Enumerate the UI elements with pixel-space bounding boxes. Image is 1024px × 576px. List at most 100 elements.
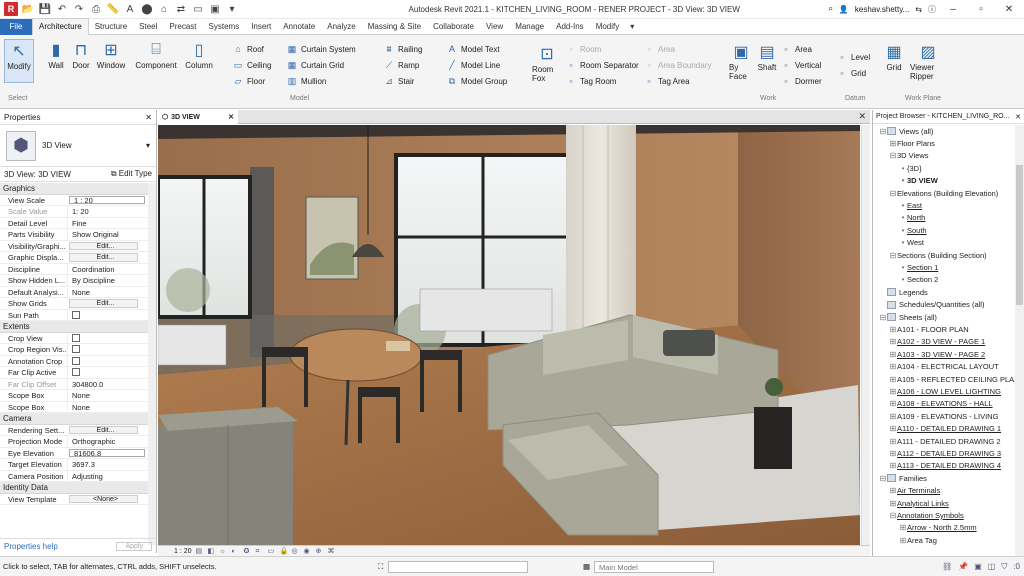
property-group-graphics[interactable]: Graphics (0, 183, 148, 195)
help-icon[interactable]: ⓘ (928, 4, 936, 15)
tree-toggle-icon[interactable]: ⊟ (889, 511, 897, 520)
dormer-button[interactable]: ▫ Dormer (780, 74, 821, 88)
quick-access-icon[interactable]: ▣ (208, 2, 222, 16)
model-line-button[interactable]: ╱ Model Line (446, 58, 500, 72)
checkbox[interactable] (72, 368, 80, 376)
edit-type-button[interactable]: ⧉ Edit Type (111, 169, 152, 179)
analytical-icon[interactable]: ⌘ (328, 548, 336, 555)
close-view-icon[interactable]: ✕ (858, 111, 866, 122)
close-icon[interactable]: ✕ (145, 113, 152, 122)
tree-toggle-icon[interactable]: ⊞ (889, 412, 897, 421)
browser-item[interactable]: ⊞ A102 - 3D VIEW - PAGE 1 (889, 336, 986, 348)
close-button[interactable]: ✕ (998, 4, 1020, 15)
select-face-icon[interactable]: ◫ (988, 562, 996, 572)
browser-item[interactable]: ⊞ A104 - ELECTRICAL LAYOUT (889, 361, 999, 373)
quick-access-icon[interactable]: ⇄ (174, 2, 188, 16)
visual-style-icon[interactable]: ◧ (208, 548, 216, 555)
tab-annotate[interactable]: Annotate (277, 19, 321, 35)
component-button[interactable]: ⌸ Component (133, 39, 179, 83)
design-options-icon[interactable]: ▦ (583, 562, 590, 571)
window-button[interactable]: ⊞ Window (97, 39, 125, 83)
browser-item[interactable]: ⊟ Elevations (Building Elevation) (889, 187, 999, 199)
tab-architecture[interactable]: Architecture (32, 18, 89, 35)
browser-scrollbar[interactable] (1015, 125, 1024, 556)
tab-analyze[interactable]: Analyze (321, 19, 361, 35)
user-icon[interactable]: 👤 (839, 5, 849, 14)
model-text-button[interactable]: A Model Text (446, 42, 500, 56)
quick-access-icon[interactable]: A (123, 2, 137, 16)
edit-button[interactable]: <None> (69, 494, 138, 503)
browser-item[interactable]: • South (899, 224, 927, 236)
tab-view[interactable]: View (480, 19, 509, 35)
tab-file[interactable]: File (0, 18, 32, 35)
tree-toggle-icon[interactable]: ⊞ (889, 139, 897, 148)
tree-toggle-icon[interactable]: ⊟ (879, 127, 887, 136)
tree-toggle-icon[interactable]: ⊞ (899, 536, 907, 545)
property-value[interactable]: 1 : 20 (69, 195, 145, 204)
underlay-icon[interactable]: ▣ (974, 562, 982, 572)
browser-item[interactable]: • North (899, 212, 926, 224)
room-fox-button[interactable]: ⊡ Room Fox (532, 43, 562, 83)
reveal-icon[interactable]: ◉ (304, 548, 312, 555)
checkbox[interactable] (72, 345, 80, 353)
browser-item[interactable]: ⊞ A110 - DETAILED DRAWING 1 (889, 423, 1001, 435)
sun-path-icon[interactable]: ☼ (220, 548, 228, 555)
vertical-button[interactable]: ▫ Vertical (780, 58, 821, 72)
ramp-button[interactable]: ⟋ Ramp (383, 58, 420, 72)
browser-item[interactable]: • Section 1 (899, 261, 939, 273)
quick-access-icon[interactable]: ▭ (191, 2, 205, 16)
tree-toggle-icon[interactable]: ⊞ (899, 523, 907, 532)
edit-button[interactable]: Edit... (69, 253, 138, 262)
modify-button[interactable]: ↖ Modify (4, 39, 34, 83)
quick-access-icon[interactable]: 💾 (38, 2, 52, 16)
close-icon[interactable]: ✕ (228, 113, 234, 121)
area-button[interactable]: ▫ Area (780, 42, 812, 56)
tree-toggle-icon[interactable]: ⊞ (889, 337, 897, 346)
browser-item[interactable]: • {3D} (899, 162, 922, 174)
browser-item[interactable]: ⊟ Views (all) (879, 125, 934, 137)
3d-viewport[interactable] (158, 125, 860, 545)
browser-item[interactable]: Legends (879, 286, 928, 298)
workset-field[interactable] (388, 560, 528, 573)
grid-button[interactable]: ▫ Grid (836, 66, 866, 80)
browser-item[interactable]: • East (899, 199, 922, 211)
checkbox[interactable] (72, 310, 80, 319)
mullion-button[interactable]: ▥ Mullion (286, 74, 327, 88)
browser-item[interactable]: ⊞ A111 - DETAILED DRAWING 2 (889, 435, 1001, 447)
tab-add-ins[interactable]: Add-Ins (550, 19, 590, 35)
browser-item[interactable]: • 3D VIEW (899, 175, 938, 187)
browser-item[interactable]: ⊟ Families (879, 472, 927, 484)
filter-icon[interactable]: ⛉ (1001, 562, 1007, 572)
tab-steel[interactable]: Steel (133, 19, 163, 35)
column-button[interactable]: ▯ Column (185, 39, 213, 83)
exchange-icon[interactable]: ⇆ (915, 5, 922, 14)
browser-item[interactable]: ⊞ A105 - REFLECTED CEILING PLA... (889, 373, 1021, 385)
tree-toggle-icon[interactable]: ⊞ (889, 387, 897, 396)
view-scale[interactable]: 1 : 20 (174, 548, 192, 555)
browser-item[interactable]: ⊞ A109 - ELEVATIONS - LIVING (889, 410, 999, 422)
checkbox[interactable] (72, 356, 80, 365)
tree-toggle-icon[interactable]: • (899, 164, 907, 173)
browser-item[interactable]: ⊞ A108 - ELEVATIONS - HALL (889, 398, 993, 410)
tree-toggle-icon[interactable]: • (899, 201, 907, 210)
tree-toggle-icon[interactable]: ⊟ (889, 151, 897, 160)
hide-icon[interactable]: ◎ (292, 548, 300, 555)
grid-button[interactable]: ▦ Grid (882, 41, 906, 72)
tree-toggle-icon[interactable]: ⊞ (889, 461, 897, 470)
browser-item[interactable]: • West (899, 237, 924, 249)
tab-precast[interactable]: Precast (163, 19, 202, 35)
tree-toggle-icon[interactable]: • (899, 176, 907, 185)
render-icon[interactable]: ✪ (244, 548, 252, 555)
browser-item[interactable]: ⊞ Area Tag (899, 534, 937, 546)
quick-access-icon[interactable]: 📂 (21, 2, 35, 16)
viewer-ripper-button[interactable]: ▨ Viewer Ripper (910, 41, 946, 81)
browser-item[interactable]: ⊞ A103 - 3D VIEW - PAGE 2 (889, 348, 986, 360)
edit-button[interactable]: Edit... (69, 425, 138, 434)
close-icon[interactable]: ✕ (1015, 113, 1021, 121)
apply-button[interactable]: Apply (116, 541, 152, 551)
tab-overflow-icon[interactable]: ▾ (625, 19, 639, 35)
edit-button[interactable]: Edit... (69, 241, 138, 250)
browser-item[interactable]: Schedules/Quantities (all) (879, 299, 984, 311)
tab-massing-site[interactable]: Massing & Site (362, 19, 427, 35)
quick-access-icon[interactable]: ⬤ (140, 2, 154, 16)
